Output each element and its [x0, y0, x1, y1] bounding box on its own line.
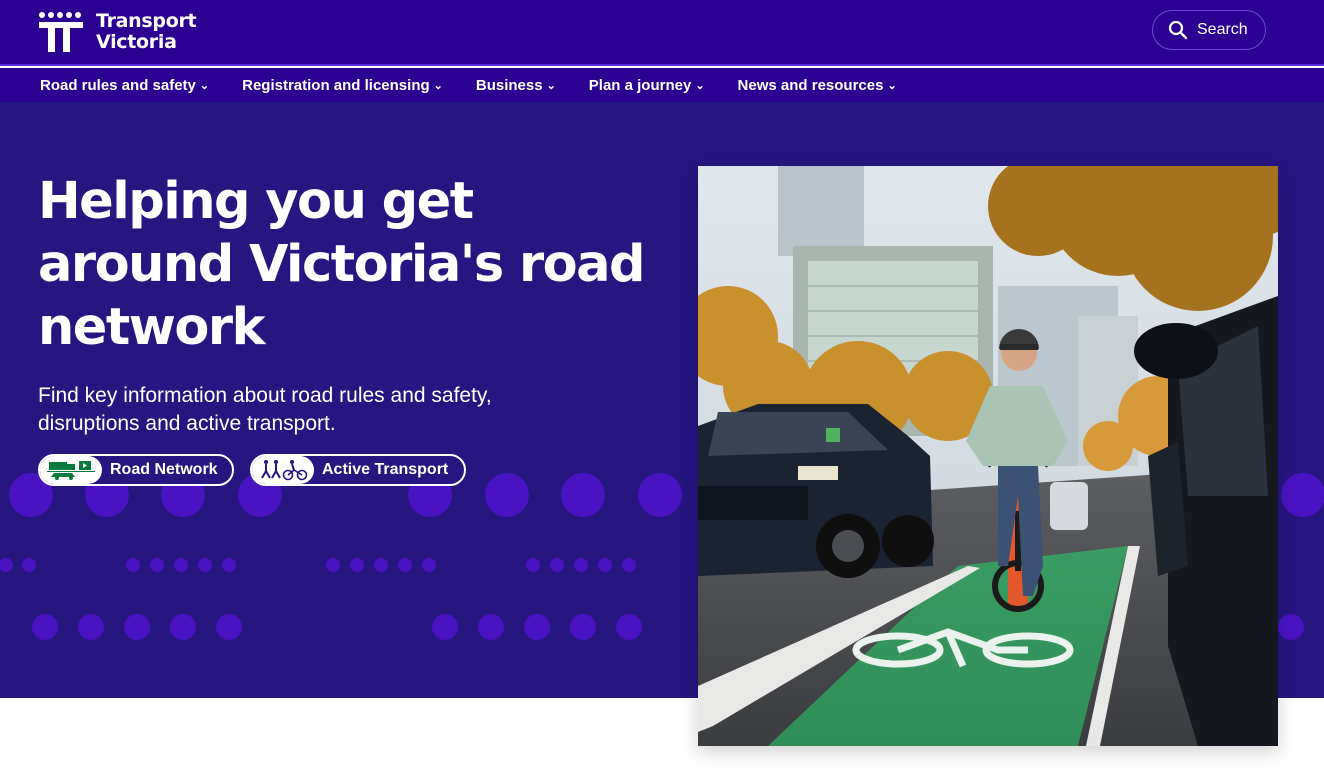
logo-line-2: Victoria — [96, 31, 177, 53]
logo-text: Transport Victoria — [96, 10, 197, 53]
chevron-down-icon: ⌄ — [695, 79, 705, 92]
logo-line-1: Transport — [96, 10, 197, 32]
car-truck-icon — [40, 456, 102, 484]
hero-title: Helping you get around Victoria's road n… — [38, 172, 646, 357]
active-transport-label: Active Transport — [322, 461, 449, 478]
nav-item-news[interactable]: News and resources ⌄ — [738, 77, 897, 94]
main-nav: Road rules and safety ⌄ Registration and… — [0, 68, 1324, 102]
nav-item-road-rules[interactable]: Road rules and safety ⌄ — [40, 77, 209, 94]
nav-item-label: Business — [475, 76, 543, 94]
search-icon — [1168, 20, 1188, 40]
site-header: Transport Victoria Search — [0, 0, 1324, 66]
nav-item-business[interactable]: Business ⌄ — [476, 77, 556, 94]
walk-cycle-icon — [252, 456, 314, 484]
hero-photo-cyclist — [698, 166, 1278, 746]
chevron-down-icon: ⌄ — [433, 79, 443, 92]
chevron-down-icon: ⌄ — [199, 79, 210, 92]
nav-item-registration[interactable]: Registration and licensing ⌄ — [242, 77, 443, 94]
road-network-label: Road Network — [110, 461, 218, 478]
chevron-down-icon: ⌄ — [546, 79, 556, 92]
search-label: Search — [1197, 21, 1248, 38]
nav-item-plan-journey[interactable]: Plan a journey ⌄ — [589, 77, 705, 94]
road-network-button[interactable]: Road Network — [38, 454, 234, 486]
nav-item-label: Plan a journey — [588, 76, 692, 94]
nav-item-label: Road rules and safety — [40, 76, 196, 94]
nav-item-label: News and resources — [737, 76, 884, 94]
logo-mark-icon — [39, 12, 83, 52]
search-button[interactable]: Search — [1152, 10, 1266, 50]
active-transport-button[interactable]: Active Transport — [250, 454, 466, 486]
nav-item-label: Registration and licensing — [242, 76, 430, 94]
hero-subtitle: Find key information about road rules an… — [38, 384, 492, 435]
chevron-down-icon: ⌄ — [887, 79, 897, 92]
transport-victoria-logo[interactable]: Transport Victoria — [38, 10, 197, 54]
